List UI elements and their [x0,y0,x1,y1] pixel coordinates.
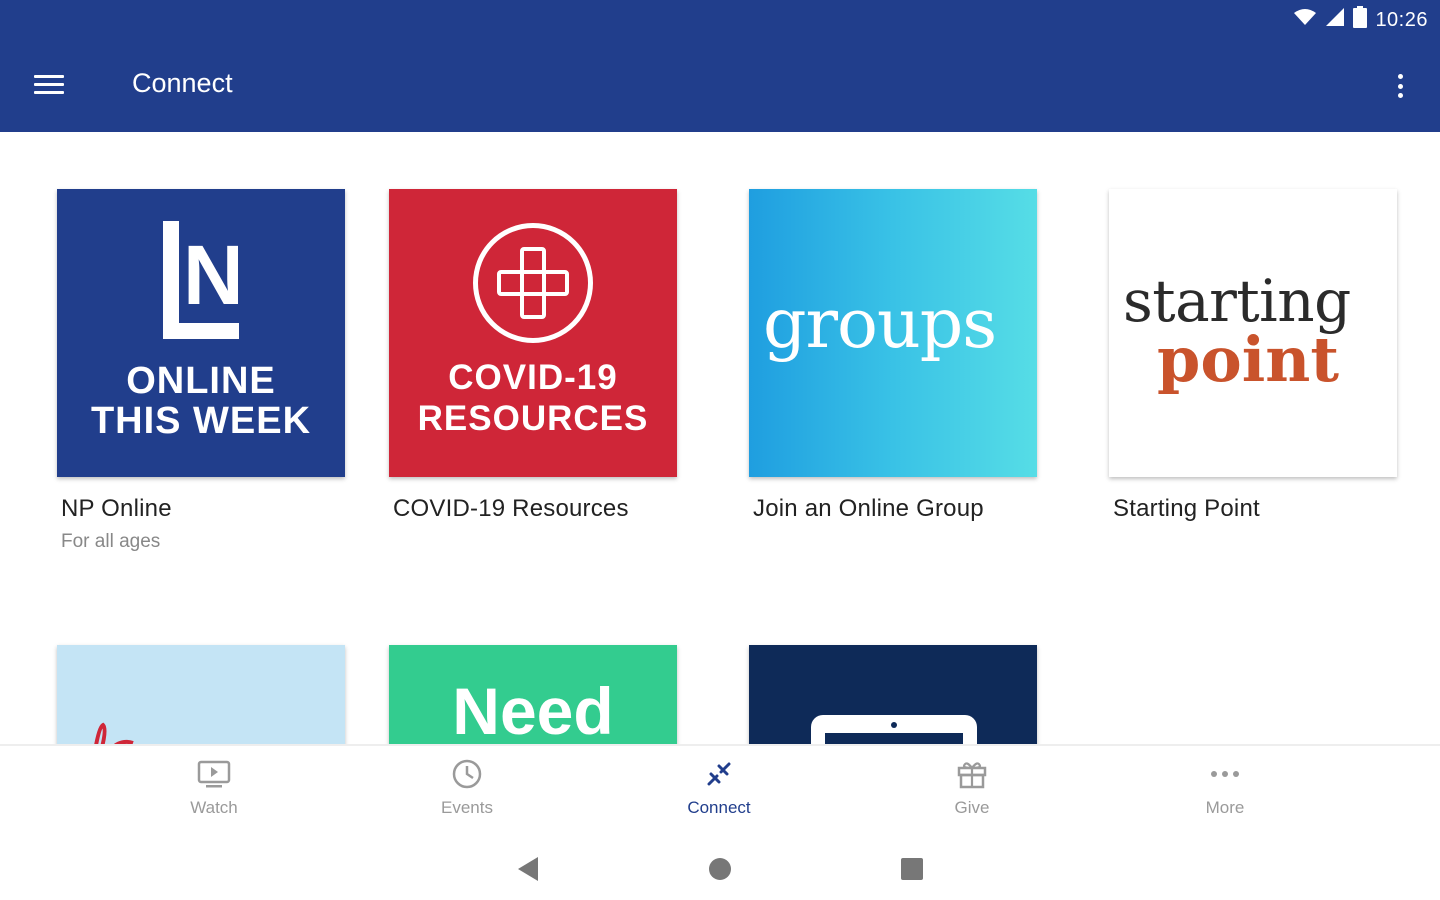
app-root: 10:26 Connect N ONLINE THIS WEEK NP Onli… [0,0,1440,900]
card-title: NP Online [61,495,172,522]
hamburger-menu-icon[interactable] [34,70,74,100]
more-horiz-icon [1145,756,1305,792]
np-logo: N [163,221,244,339]
tab-more[interactable]: More [1145,756,1305,818]
cell-signal-icon [1325,7,1345,33]
tab-label: Give [954,798,990,817]
thumbnail-text: ONLINE THIS WEEK [90,360,312,442]
back-icon[interactable] [516,856,540,887]
status-time: 10:26 [1375,8,1428,31]
home-icon[interactable] [708,856,732,887]
bottom-navigation: Watch Events Connect Give More [0,744,1440,900]
starting-point-wordmark-2: point [1157,323,1339,396]
tab-label: Events [441,798,493,817]
app-bar: 10:26 Connect [0,0,1440,132]
card-covid-resources[interactable]: COVID-19 RESOURCES COVID-19 Resources [389,189,679,523]
thumbnail-text: Need [452,674,614,748]
card-thumbnail: groups [749,189,1037,477]
battery-icon [1353,6,1368,34]
card-thumbnail: starting point [1109,189,1397,477]
status-bar: 10:26 [1293,6,1428,34]
gift-icon [892,756,1052,792]
card-starting-point[interactable]: starting point Starting Point [1109,189,1399,523]
tab-label: More [1205,798,1245,817]
system-navigation-bar [0,850,1440,890]
card-title: COVID-19 Resources [393,495,629,522]
tab-label: Watch [190,798,238,817]
recents-icon[interactable] [900,856,924,887]
tv-play-icon [134,756,294,792]
tab-label: Connect [687,798,751,817]
page-title: Connect [132,68,233,98]
groups-wordmark: groups [763,285,997,364]
card-thumbnail: COVID-19 RESOURCES [389,189,677,477]
more-vert-icon[interactable] [1390,70,1410,102]
connect-icon [639,756,799,792]
tab-events[interactable]: Events [387,756,547,818]
card-title: Join an Online Group [753,495,984,522]
card-thumbnail: N ONLINE THIS WEEK [57,189,345,477]
clock-icon [387,756,547,792]
wifi-icon [1293,8,1317,32]
thumbnail-text: COVID-19 RESOURCES [417,358,649,438]
card-np-online[interactable]: N ONLINE THIS WEEK NP Online For all age… [57,189,347,553]
card-subtitle: For all ages [61,531,161,552]
card-online-group[interactable]: groups Join an Online Group [749,189,1039,523]
tab-connect[interactable]: Connect [639,756,799,818]
tab-watch[interactable]: Watch [134,756,294,818]
tab-give[interactable]: Give [892,756,1052,818]
card-title: Starting Point [1113,495,1260,522]
